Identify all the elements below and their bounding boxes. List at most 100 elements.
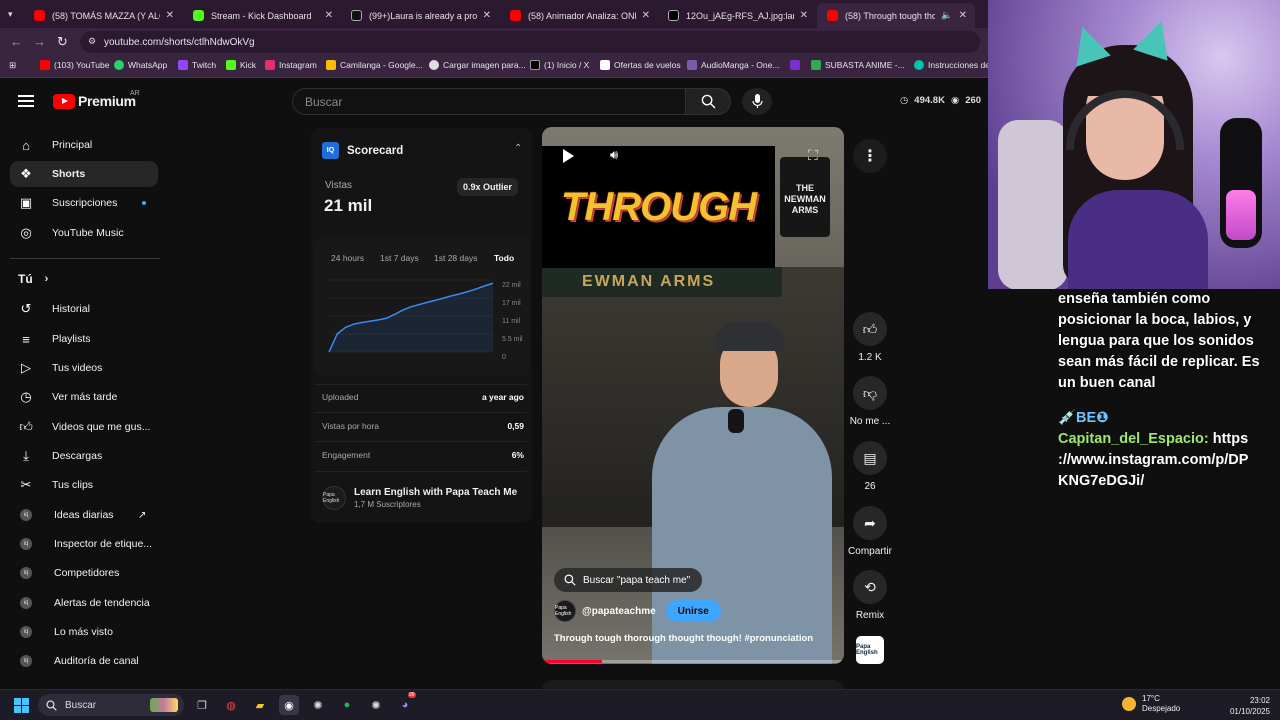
forward-icon[interactable]: → — [33, 34, 46, 49]
bookmark-subasta[interactable]: SUBASTA ANIME -... — [811, 60, 905, 70]
search-input[interactable]: Buscar — [292, 88, 686, 115]
vidiq-icon: iq — [20, 597, 32, 609]
sidebar-item-inspector-etiquetas[interactable]: iq Inspector de etique... — [10, 531, 158, 557]
bookmark-youtube[interactable]: (103) YouTube — [40, 60, 109, 70]
weather-widget[interactable]: 17°C Despejado — [1122, 694, 1180, 714]
sidebar-item-ideas-diarias[interactable]: iq Ideas diarias ↗ — [10, 502, 158, 528]
sidebar-item-suscripciones[interactable]: ▣ Suscripciones — [10, 190, 158, 216]
bookmark-audiomanga[interactable]: AudioManga - One... — [687, 60, 779, 70]
file-explorer-icon[interactable]: ▰ — [250, 695, 270, 715]
close-tab-icon[interactable]: ✕ — [166, 10, 174, 21]
bookmark-kick[interactable]: Kick — [226, 60, 256, 70]
app-settings-icon[interactable]: ✺ — [308, 695, 328, 715]
like-button[interactable]: 👍︎ 1.2 K — [846, 312, 894, 363]
flights-icon — [600, 60, 610, 70]
discord-badge: 99 — [408, 692, 416, 698]
volume-icon[interactable]: 🔊︎ — [610, 147, 618, 163]
comments-button[interactable]: ▤ 26 — [846, 441, 894, 492]
close-tab-icon[interactable]: ✕ — [642, 10, 650, 21]
bookmark-upload-image[interactable]: Cargar imagen para... — [429, 60, 526, 70]
bookmark-x[interactable]: (1) Inicio / X — [530, 60, 589, 70]
playlists-icon: ≡ — [22, 331, 30, 347]
taskbar-search[interactable]: Buscar — [38, 694, 184, 716]
site-info-icon[interactable]: ⚙ — [88, 36, 96, 47]
sidebar-item-ver-mas-tarde[interactable]: ◷ Ver más tarde — [10, 384, 158, 410]
sidebar-you-header[interactable]: Tú › — [18, 272, 48, 286]
browser-tab[interactable]: (99+)Laura is already a profess✕ — [341, 3, 499, 28]
browser-tab[interactable]: (58) TOMÁS MAZZA (Y ALONSO✕ — [24, 3, 182, 28]
short-caption[interactable]: Through tough thorough thought though! #… — [554, 633, 813, 644]
sidebar-item-competidores[interactable]: iq Competidores — [10, 560, 158, 586]
short-channel-avatar[interactable]: Papa English — [554, 600, 576, 622]
close-tab-icon[interactable]: ✕ — [800, 10, 808, 21]
close-tab-icon[interactable]: ✕ — [959, 10, 967, 21]
fullscreen-icon[interactable]: ⛶ — [808, 147, 818, 164]
obs-icon[interactable]: ◍ — [221, 695, 241, 715]
range-tab-24h[interactable]: 24 hours — [331, 253, 364, 263]
share-button[interactable]: ➦ Compartir — [846, 506, 894, 557]
join-button[interactable]: Unirse — [665, 600, 721, 622]
collapse-chevron-icon[interactable]: ⌃ — [514, 143, 522, 154]
apps-icon[interactable]: ⊞ — [9, 60, 16, 71]
back-icon[interactable]: ← — [10, 34, 23, 49]
next-short-preview[interactable] — [542, 680, 844, 689]
bookmark-twitch[interactable]: Twitch — [178, 60, 216, 70]
sidebar-item-historial[interactable]: ↺ Historial — [10, 296, 158, 322]
discord-icon[interactable]: ◕ 99 — [395, 692, 416, 715]
system-clock[interactable]: 23:02 01/10/2025 — [1222, 695, 1270, 717]
video-progress-bar[interactable] — [542, 660, 844, 663]
y-tick-label: 5.5 mil — [502, 336, 523, 343]
sidebar-item-tus-clips[interactable]: ✂ Tus clips — [10, 472, 158, 498]
sidebar-item-auditoria-canal[interactable]: iq Auditoría de canal — [10, 648, 158, 674]
sidebar-item-principal[interactable]: ⌂ Principal — [10, 132, 158, 158]
range-tab-7d[interactable]: 1st 7 days — [380, 253, 419, 263]
audio-source-thumbnail[interactable]: Papa English — [856, 636, 884, 664]
mute-tab-icon[interactable]: 🔈 — [941, 10, 952, 21]
sidebar-item-youtube-music[interactable]: ◎ YouTube Music — [10, 220, 158, 246]
bookmark-whatsapp[interactable]: WhatsApp — [114, 60, 167, 70]
dislike-button[interactable]: 👎︎ No me ... — [846, 376, 894, 427]
sidebar-item-alertas-tendencia[interactable]: iq Alertas de tendencia — [10, 590, 158, 616]
url-field[interactable]: ⚙ youtube.com/shorts/ctlhNdwOkVg — [80, 31, 980, 53]
youtube-premium-logo[interactable]: Premium AR — [53, 90, 140, 109]
short-video-player[interactable]: EWMAN ARMS THE NEWMAN ARMS THROUGH 🔊︎ ⛶ … — [542, 127, 844, 664]
browser-tab[interactable]: (58) Animador Analiza: ONE PIE✕ — [500, 3, 658, 28]
bookmark-purple[interactable] — [790, 60, 804, 70]
bookmark-instagram[interactable]: Instagram — [265, 60, 317, 70]
sidebar-item-playlists[interactable]: ≡ Playlists — [10, 326, 158, 352]
search-button[interactable] — [686, 88, 731, 115]
remix-button[interactable]: ⟲ Remix — [846, 570, 894, 621]
app-gear-icon[interactable]: ✺ — [366, 695, 386, 715]
range-tab-todo[interactable]: Todo — [494, 253, 514, 263]
sidebar-item-lo-mas-visto[interactable]: iq Lo más visto — [10, 619, 158, 645]
bookmark-flights[interactable]: Ofertas de vuelos — [600, 60, 681, 70]
windows-start-icon[interactable] — [14, 698, 29, 713]
browser-tab[interactable]: 12Ou_jAEg-RFS_AJ.jpg:large (1:✕ — [658, 3, 816, 28]
channel-info[interactable]: Papa English Learn English with Papa Tea… — [322, 486, 517, 510]
close-tab-icon[interactable]: ✕ — [483, 10, 491, 21]
views-chart: 24 hours 1st 7 days 1st 28 days Todo 22 … — [315, 236, 530, 376]
task-view-icon[interactable]: ❐ — [192, 695, 212, 715]
sidebar-item-descargas[interactable]: ⤓ Descargas — [10, 443, 158, 469]
more-options-button[interactable]: ⋮ — [853, 139, 887, 173]
range-tab-28d[interactable]: 1st 28 days — [434, 253, 477, 263]
sidebar-item-tus-videos[interactable]: ▷ Tus videos — [10, 355, 158, 381]
short-channel-handle[interactable]: @papateachme — [582, 606, 656, 617]
channel-avatar[interactable]: Papa English — [322, 486, 346, 510]
play-icon[interactable] — [563, 149, 574, 163]
browser-tab[interactable]: Stream - Kick Dashboard ✕ — [183, 3, 341, 28]
hamburger-menu-icon[interactable] — [18, 95, 34, 107]
bookmark-google-drive[interactable]: Camilanga - Google... — [326, 60, 423, 70]
browser-tab-active[interactable]: (58) Through tough thorou🔈✕ — [817, 3, 975, 28]
sidebar-item-liked-videos[interactable]: 👍︎ Videos que me gus... — [10, 414, 158, 440]
bookmark-instrucciones[interactable]: Instrucciones del — [914, 60, 992, 70]
spotify-icon[interactable]: ● — [337, 695, 357, 715]
tab-search-icon[interactable]: ▾ — [8, 9, 13, 20]
voice-search-button[interactable] — [742, 88, 772, 115]
channel-name[interactable]: Learn English with Papa Teach Me — [354, 487, 517, 498]
close-tab-icon[interactable]: ✕ — [325, 10, 333, 21]
related-search-chip[interactable]: Buscar "papa teach me" — [554, 568, 703, 592]
chrome-icon[interactable]: ◉ — [279, 695, 299, 715]
reload-icon[interactable]: ↻ — [57, 34, 68, 50]
sidebar-item-shorts[interactable]: ❖ Shorts — [10, 161, 158, 187]
